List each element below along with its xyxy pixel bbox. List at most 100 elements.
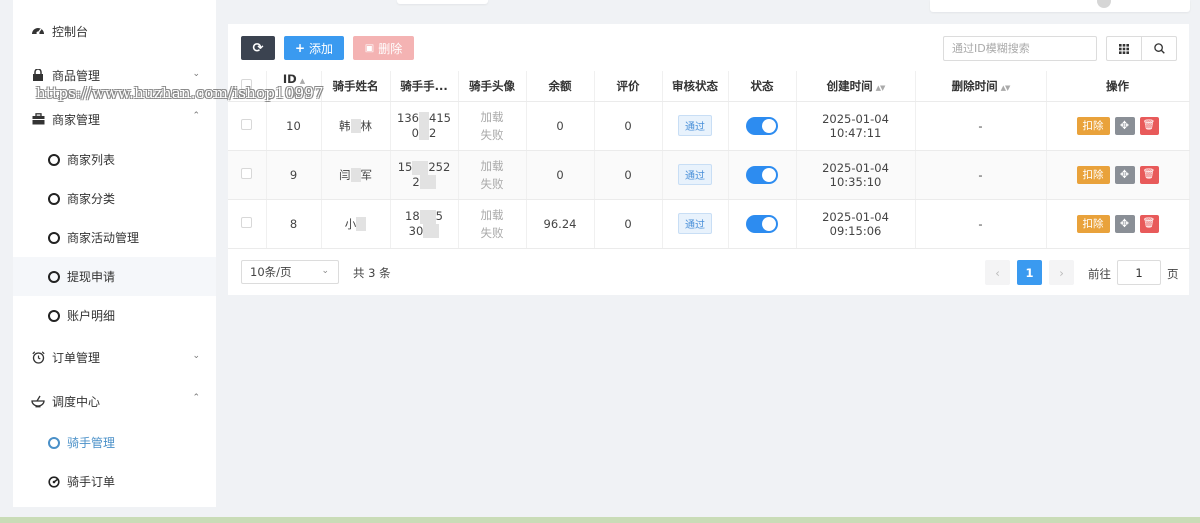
sidebar-item-label: 商家活动管理	[67, 231, 140, 245]
column-header-audit: 审核状态	[662, 71, 729, 102]
cell-rating: 0	[594, 150, 663, 200]
sidebar-subitem-merchant-activity[interactable]: 商家活动管理	[13, 218, 216, 257]
grid-icon[interactable]	[1107, 37, 1141, 60]
deduct-button[interactable]: 扣除	[1076, 214, 1110, 233]
sidebar-item-dashboard[interactable]: 控制台	[13, 11, 216, 51]
sidebar-subitem-withdraw[interactable]: 提现申请	[13, 257, 216, 296]
status-toggle[interactable]	[746, 165, 778, 184]
cell-rating: 0	[594, 199, 663, 249]
status-toggle[interactable]	[746, 116, 778, 135]
chevron-down-icon: ⌄	[321, 266, 329, 276]
sidebar-item-label: 提现申请	[67, 270, 116, 284]
cell-phone: 15 252 2	[390, 150, 459, 200]
search-input[interactable]	[943, 36, 1097, 61]
table-row: 10 韩林 136 415 0 2 加载 失败 0 0 通过 2025-01-04 10…	[228, 101, 1190, 151]
top-fragment-right	[930, 0, 1190, 12]
column-header-name: 骑手姓名	[321, 71, 391, 102]
deduct-button[interactable]: 扣除	[1076, 165, 1110, 184]
briefcase-icon	[31, 112, 45, 126]
cell-deleted: -	[915, 150, 1047, 200]
circle-icon	[48, 309, 60, 322]
move-icon[interactable]: ✥	[1114, 214, 1135, 233]
avatar[interactable]	[1097, 0, 1111, 8]
refresh-icon: ⟳	[252, 40, 264, 56]
cell-deleted: -	[915, 101, 1047, 151]
sort-icon: ▲▼	[1000, 83, 1011, 92]
cell-created: 2025-01-04 10:47:11	[796, 101, 916, 151]
chevron-up-icon: ⌃	[192, 393, 200, 403]
cell-name: 小	[321, 199, 391, 249]
add-button[interactable]: + 添加	[284, 36, 344, 60]
sidebar-subitem-account-detail[interactable]: 账户明细	[13, 296, 216, 335]
cell-id: 8	[266, 199, 322, 249]
delete-button[interactable]: ▣ 删除	[353, 36, 414, 60]
page-size-value: 10条/页	[250, 265, 292, 279]
cell-deleted: -	[915, 199, 1047, 249]
cell-avatar: 加载 失败	[458, 199, 527, 249]
row-checkbox[interactable]	[228, 199, 267, 249]
sidebar-subitem-rider-management[interactable]: 骑手管理	[13, 423, 216, 462]
gauge-icon	[48, 475, 60, 488]
move-icon[interactable]: ✥	[1114, 116, 1135, 135]
column-header-ops: 操作	[1046, 71, 1190, 102]
table-header-row: ID ▲ ▼ 骑手姓名 骑手手... 骑手头像 余额 评价 审核状态 状态 创建时间…	[228, 71, 1190, 102]
row-checkbox[interactable]	[228, 150, 267, 200]
refresh-button[interactable]: ⟳	[241, 36, 275, 60]
cell-ops: 扣除 ✥ 🗑	[1046, 150, 1190, 200]
next-page-button[interactable]: ›	[1049, 260, 1074, 285]
circle-icon	[48, 436, 60, 449]
sidebar-subitem-merchant-list[interactable]: 商家列表	[13, 140, 216, 179]
status-toggle[interactable]	[746, 214, 778, 233]
status-badge: 通过	[678, 164, 712, 185]
cell-rating: 0	[594, 101, 663, 151]
view-tools	[1106, 36, 1177, 61]
chevron-right-icon: ›	[1059, 265, 1064, 280]
dashboard-icon	[31, 24, 45, 38]
main-panel: ⟳ + 添加 ▣ 删除 ID▲▼ 骑手姓名 骑手手... 骑手头像 余额	[228, 24, 1190, 295]
cell-created: 2025-01-04 09:15:06	[796, 199, 916, 249]
row-checkbox[interactable]	[228, 101, 267, 151]
cell-status	[728, 199, 797, 249]
move-icon[interactable]: ✥	[1114, 165, 1135, 184]
cell-ops: 扣除 ✥ 🗑	[1046, 199, 1190, 249]
sidebar: 控制台 商品管理 ⌄ 商家管理 ⌃ 商家列表 商家分类 商家活动管理 提现申请 …	[13, 0, 216, 507]
column-header-phone: 骑手手...	[390, 71, 459, 102]
cell-audit: 通过	[662, 101, 729, 151]
cell-audit: 通过	[662, 150, 729, 200]
trash-icon[interactable]: 🗑	[1139, 214, 1159, 233]
cell-audit: 通过	[662, 199, 729, 249]
sidebar-item-merchant[interactable]: 商家管理 ⌃	[13, 99, 216, 139]
cell-id: 10	[266, 101, 322, 151]
circle-icon	[48, 231, 60, 244]
goto-unit: 页	[1167, 267, 1179, 281]
sidebar-subitem-rider-orders[interactable]: 骑手订单	[13, 462, 216, 501]
sidebar-item-label: 商家管理	[52, 112, 101, 127]
trash-icon[interactable]: 🗑	[1139, 116, 1159, 135]
column-header-created[interactable]: 创建时间 ▲▼	[796, 71, 916, 102]
bowl-icon	[31, 394, 45, 408]
page-button-current[interactable]: 1	[1017, 260, 1042, 285]
cell-balance: 0	[526, 150, 595, 200]
prev-page-button[interactable]: ‹	[985, 260, 1010, 285]
deduct-button[interactable]: 扣除	[1076, 116, 1110, 135]
rider-table: ID ▲ ▼ 骑手姓名 骑手手... 骑手头像 余额 评价 审核状态 状态 创建时间…	[228, 71, 1190, 249]
page-size-select[interactable]: 10条/页 ⌄	[241, 260, 339, 284]
sidebar-item-dispatch[interactable]: 调度中心 ⌃	[13, 381, 216, 421]
cell-balance: 96.24	[526, 199, 595, 249]
goto-label: 前往	[1088, 267, 1111, 281]
watermark: https://www.huzhan.com/ishop10997	[36, 84, 324, 102]
goto-page-input[interactable]	[1117, 260, 1161, 285]
column-header-deleted[interactable]: 删除时间 ▲▼	[915, 71, 1047, 102]
sidebar-item-label: 商家分类	[67, 192, 116, 206]
status-badge: 通过	[678, 213, 712, 234]
table-row: 8 小 18 5 30 加载 失败 96.24 0 通过 2025-01-04 09:…	[228, 199, 1190, 249]
cell-status	[728, 101, 797, 151]
sidebar-item-label: 骑手管理	[67, 436, 116, 450]
trash-icon[interactable]: 🗑	[1139, 165, 1159, 184]
sidebar-item-orders[interactable]: 订单管理 ⌄	[13, 337, 216, 377]
cell-avatar: 加载 失败	[458, 101, 527, 151]
plus-icon: +	[294, 41, 306, 55]
search-icon[interactable]	[1141, 37, 1176, 60]
cell-phone: 136 415 0 2	[390, 101, 459, 151]
sidebar-subitem-merchant-category[interactable]: 商家分类	[13, 179, 216, 218]
